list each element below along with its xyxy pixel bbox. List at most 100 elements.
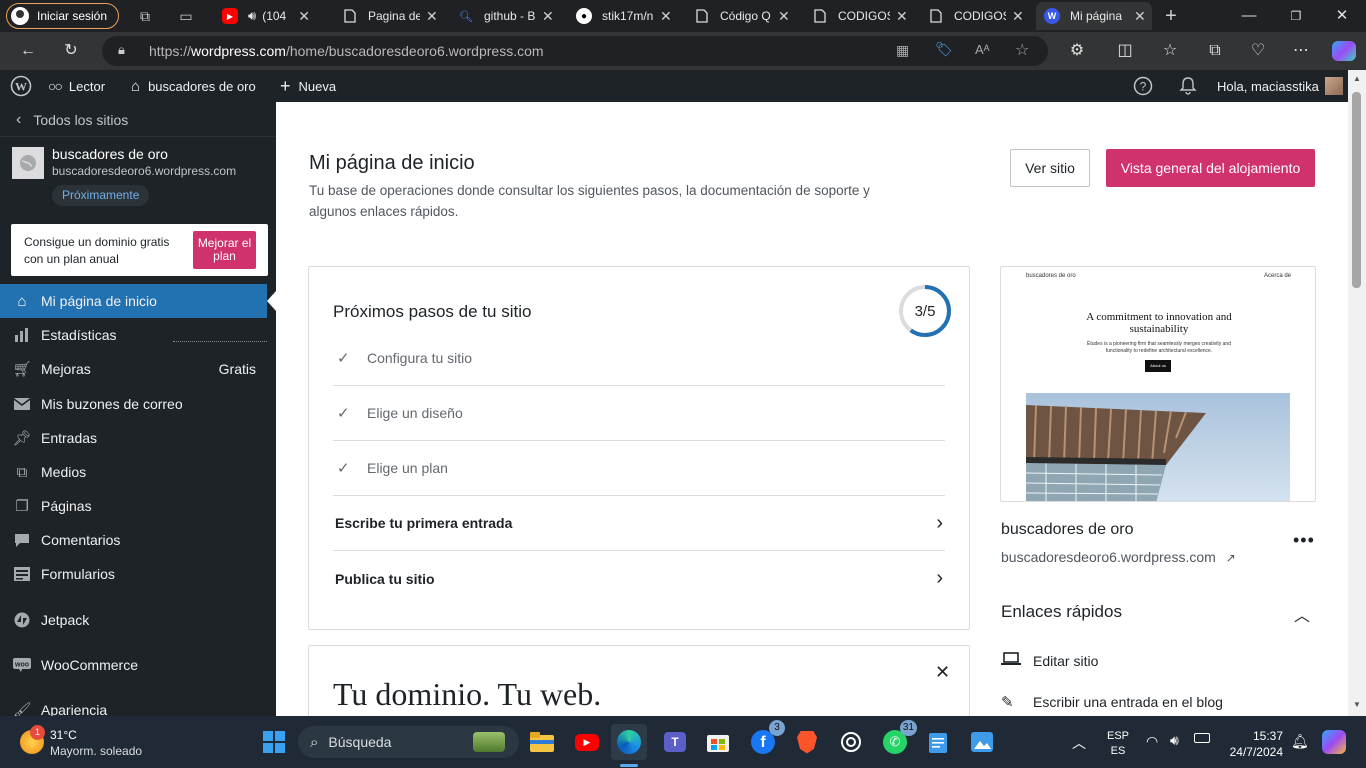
address-bar[interactable]: 🔒︎ https://wordpress.com/home/buscadores… xyxy=(102,36,1048,66)
youtube-app-icon[interactable]: ▶ xyxy=(569,724,605,760)
step-item[interactable]: ✓ Elige un diseño xyxy=(333,386,945,441)
sidebar-item-home[interactable]: ⌂ Mi página de inicio xyxy=(0,284,267,318)
new-post-link[interactable]: + Nueva xyxy=(280,70,336,102)
edge-icon[interactable] xyxy=(611,724,647,760)
help-icon[interactable]: ? xyxy=(1133,70,1153,102)
collections-icon[interactable]: ⧉ xyxy=(1205,41,1225,61)
step-item[interactable]: Publica tu sitio › xyxy=(333,551,945,606)
copilot-icon[interactable] xyxy=(1332,41,1356,61)
close-tab-icon[interactable]: ✕ xyxy=(298,8,310,25)
back-icon[interactable]: ← xyxy=(18,41,38,61)
close-window-icon[interactable]: ✕ xyxy=(1332,6,1352,26)
site-url[interactable]: buscadoresdeoro6.wordpress.com xyxy=(52,164,236,178)
sidebar-item-comments[interactable]: Comentarios xyxy=(0,523,276,557)
apps-icon[interactable]: ▦ xyxy=(896,42,909,59)
tab-codigos-2[interactable]: CODIGOS ✕ xyxy=(928,2,1030,30)
hosting-overview-button[interactable]: Vista general del alojamiento xyxy=(1106,149,1315,187)
scroll-down-arrow-icon[interactable]: ▼ xyxy=(1353,700,1361,709)
step-item[interactable]: Escribe tu primera entrada › xyxy=(333,496,945,551)
battery-icon[interactable] xyxy=(1194,733,1210,743)
extensions-icon[interactable]: ⚙ xyxy=(1067,41,1087,61)
file-explorer-icon[interactable] xyxy=(524,724,560,760)
workspaces-icon[interactable]: ⧉ xyxy=(137,8,153,24)
view-site-button[interactable]: Ver sitio xyxy=(1010,149,1090,187)
sidebar-item-posts[interactable]: 📌︎ Entradas xyxy=(0,421,276,455)
tab-codigo[interactable]: Código Q ✕ xyxy=(694,2,796,30)
all-sites-link[interactable]: ‹ Todos los sitios xyxy=(16,111,128,129)
step-item[interactable]: ✓ Elige un plan xyxy=(333,441,945,496)
close-tab-icon[interactable]: ✕ xyxy=(542,8,554,25)
close-tab-icon[interactable]: ✕ xyxy=(778,8,790,25)
sidebar-item-jetpack[interactable]: Jetpack xyxy=(0,603,276,637)
my-site-link[interactable]: ⌂ buscadores de oro xyxy=(131,70,256,102)
close-tab-icon[interactable]: ✕ xyxy=(426,8,438,25)
tab-actions-icon[interactable]: ▭ xyxy=(178,8,194,24)
sidebar-item-appearance[interactable]: 🖌︎ Apariencia xyxy=(0,693,276,716)
wifi-icon[interactable]: ◠ xyxy=(1146,733,1158,750)
scroll-up-arrow-icon[interactable]: ▲ xyxy=(1353,74,1361,83)
teams-icon[interactable]: T xyxy=(657,724,693,760)
sidebar-item-media[interactable]: ⧉ Medios xyxy=(0,455,276,489)
split-screen-icon[interactable]: ◫ xyxy=(1115,41,1135,61)
notification-bell-icon[interactable]: 🔔︎ xyxy=(1291,733,1309,750)
step-item[interactable]: ✓ Configura tu sitio xyxy=(333,331,945,386)
close-tab-icon[interactable]: ✕ xyxy=(1134,8,1146,25)
chevron-up-icon[interactable]: ︿ xyxy=(1294,602,1310,626)
site-name[interactable]: buscadores de oro xyxy=(52,146,168,162)
reader-link[interactable]: ○○ Lector xyxy=(48,70,105,102)
lock-icon[interactable]: 🔒︎ xyxy=(118,42,125,58)
language-indicator[interactable]: ESP ES xyxy=(1107,729,1129,759)
refresh-icon[interactable]: ↻ xyxy=(61,41,81,61)
tab-github[interactable]: ● stik17m/n ✕ xyxy=(576,2,678,30)
close-icon[interactable]: ✕ xyxy=(935,662,950,683)
photos-icon[interactable] xyxy=(964,724,1000,760)
tab-mi-pagina[interactable]: W Mi página ✕ xyxy=(1036,2,1152,30)
notepad-icon[interactable] xyxy=(920,724,956,760)
sidebar-item-woocommerce[interactable]: woo WooCommerce xyxy=(0,648,276,682)
sidebar-item-upgrades[interactable]: 🛒︎ Mejoras Gratis xyxy=(0,352,276,386)
quick-link-write-post[interactable]: ✎ Escribir una entrada en el blog xyxy=(1001,693,1223,711)
new-tab-icon[interactable]: + xyxy=(1163,6,1179,26)
page-scrollbar[interactable]: ▲ ▼ xyxy=(1348,70,1366,716)
more-icon[interactable]: ⋯ xyxy=(1291,41,1311,61)
site-actions-ellipsis-icon[interactable]: ••• xyxy=(1293,530,1315,551)
taskbar-search[interactable]: ⌕ Búsqueda xyxy=(298,726,519,758)
tag-icon[interactable]: 🏷︎ xyxy=(935,41,953,58)
close-tab-icon[interactable]: ✕ xyxy=(1012,8,1024,25)
tab-pagina[interactable]: Pagina de ✕ xyxy=(342,2,444,30)
chatgpt-icon[interactable] xyxy=(833,724,869,760)
start-button[interactable] xyxy=(256,724,292,760)
tab-github-search[interactable]: 🔍︎ github - B ✕ xyxy=(458,2,560,30)
site-info-url-link[interactable]: buscadoresdeoro6.wordpress.com ↗ xyxy=(1001,549,1236,565)
tab-youtube[interactable]: ▶ 🔊︎ (104 ✕ xyxy=(222,2,334,30)
store-icon[interactable] xyxy=(700,724,736,760)
chevron-up-icon[interactable]: ︿ xyxy=(1072,733,1086,753)
close-tab-icon[interactable]: ✕ xyxy=(896,8,908,25)
sidebar-item-pages[interactable]: ❐ Páginas xyxy=(0,489,276,523)
read-aloud-icon[interactable]: Aᴬ xyxy=(975,42,990,57)
sidebar-item-stats[interactable]: Estadísticas xyxy=(0,318,276,352)
restore-icon[interactable]: ❐ xyxy=(1286,6,1306,26)
account-menu[interactable]: Hola, maciasstika xyxy=(1217,70,1343,102)
clock[interactable]: 15:37 24/7/2024 xyxy=(1227,728,1283,760)
close-tab-icon[interactable]: ✕ xyxy=(660,8,672,25)
minimize-icon[interactable]: — xyxy=(1239,6,1259,26)
whatsapp-icon[interactable]: ✆ 31 xyxy=(877,720,917,760)
facebook-icon[interactable]: f3 xyxy=(745,720,785,760)
brave-icon[interactable] xyxy=(789,724,825,760)
scrollbar-thumb[interactable] xyxy=(1352,92,1361,288)
favorites-icon[interactable]: ☆ xyxy=(1160,41,1180,61)
notifications-bell-icon[interactable] xyxy=(1179,70,1197,102)
speaker-icon[interactable]: 🔊︎ xyxy=(248,8,256,24)
site-icon[interactable] xyxy=(12,147,44,179)
favorite-star-icon[interactable]: ☆ xyxy=(1015,40,1029,60)
performance-icon[interactable]: ♡ xyxy=(1248,41,1268,61)
volume-icon[interactable]: 🔊︎ xyxy=(1170,732,1179,749)
quick-link-edit-site[interactable]: Editar sitio xyxy=(1001,652,1098,669)
sidebar-item-forms[interactable]: Formularios xyxy=(0,557,276,591)
site-preview[interactable]: buscadores de oro Acerca de A commitment… xyxy=(1000,266,1316,502)
sidebar-item-mail[interactable]: Mis buzones de correo xyxy=(0,387,276,421)
upgrade-plan-button[interactable]: Mejorar el plan xyxy=(193,231,256,269)
copilot-taskbar-icon[interactable] xyxy=(1322,730,1346,754)
tab-codigos-1[interactable]: CODIGOS ✕ xyxy=(812,2,914,30)
